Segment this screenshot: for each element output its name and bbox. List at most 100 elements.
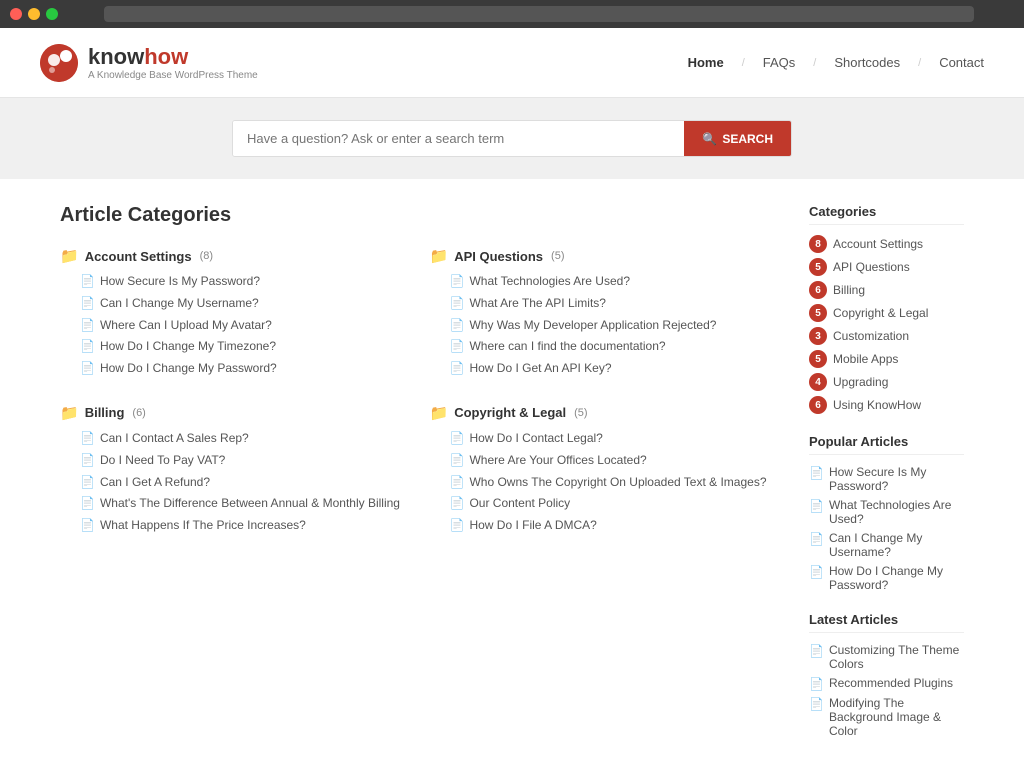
doc-icon: 📄 bbox=[80, 496, 95, 510]
list-item: 📄How Do I Contact Legal? bbox=[430, 430, 780, 447]
article-link[interactable]: How Secure Is My Password? bbox=[100, 273, 260, 290]
list-item: 5 Mobile Apps bbox=[809, 350, 964, 368]
category-header: 📁 Billing (6) bbox=[60, 404, 410, 422]
nav-faqs[interactable]: FAQs bbox=[763, 55, 796, 70]
article-link[interactable]: Where Can I Upload My Avatar? bbox=[100, 317, 272, 334]
popular-article-link[interactable]: Can I Change My Username? bbox=[829, 531, 964, 559]
search-bar: 🔍 SEARCH bbox=[232, 120, 792, 157]
category-copyright-legal: 📁 Copyright & Legal (5) 📄How Do I Contac… bbox=[430, 404, 780, 539]
doc-icon: 📄 bbox=[809, 499, 824, 513]
list-item: 📄 How Do I Change My Password? bbox=[809, 564, 964, 592]
close-dot[interactable] bbox=[10, 8, 22, 20]
article-link[interactable]: Do I Need To Pay VAT? bbox=[100, 452, 225, 469]
doc-icon: 📄 bbox=[450, 339, 465, 353]
list-item: 6 Using KnowHow bbox=[809, 396, 964, 414]
category-badge: 5 bbox=[809, 304, 827, 322]
doc-icon: 📄 bbox=[809, 697, 824, 711]
sidebar-popular: Popular Articles 📄 How Secure Is My Pass… bbox=[809, 434, 964, 592]
article-link[interactable]: How Do I Change My Timezone? bbox=[100, 338, 276, 355]
search-button[interactable]: 🔍 SEARCH bbox=[684, 121, 791, 156]
doc-icon: 📄 bbox=[80, 274, 95, 288]
category-header: 📁 API Questions (5) bbox=[430, 247, 780, 265]
sidebar-latest-title: Latest Articles bbox=[809, 612, 964, 633]
article-link[interactable]: Where can I find the documentation? bbox=[469, 338, 665, 355]
category-badge: 8 bbox=[809, 235, 827, 253]
article-link[interactable]: Who Owns The Copyright On Uploaded Text … bbox=[469, 474, 766, 491]
article-link[interactable]: How Do I Change My Password? bbox=[100, 360, 277, 377]
category-count: (5) bbox=[574, 407, 587, 419]
folder-icon: 📁 bbox=[430, 247, 449, 265]
list-item: 📄 What Are The API Limits? bbox=[430, 295, 780, 312]
sidebar-category-billing[interactable]: Billing bbox=[833, 283, 865, 297]
doc-icon: 📄 bbox=[80, 339, 95, 353]
list-item: 📄What Technologies Are Used? bbox=[430, 273, 780, 290]
article-link[interactable]: Can I Get A Refund? bbox=[100, 474, 210, 491]
main-content: Article Categories 📁 Account Settings (8… bbox=[0, 179, 1024, 783]
category-badge: 5 bbox=[809, 258, 827, 276]
list-item: 📄Can I Change My Username? bbox=[60, 295, 410, 312]
sidebar-category-account-settings[interactable]: Account Settings bbox=[833, 237, 923, 251]
sidebar-category-upgrading[interactable]: Upgrading bbox=[833, 375, 888, 389]
article-link[interactable]: What's The Difference Between Annual & M… bbox=[100, 495, 400, 512]
url-bar[interactable] bbox=[104, 6, 974, 22]
nav-shortcodes[interactable]: Shortcodes bbox=[834, 55, 900, 70]
list-item: 📄Can I Get A Refund? bbox=[60, 474, 410, 491]
article-link[interactable]: Our Content Policy bbox=[469, 495, 570, 512]
doc-icon: 📄 bbox=[809, 644, 824, 658]
popular-article-link[interactable]: How Do I Change My Password? bbox=[829, 564, 964, 592]
folder-icon: 📁 bbox=[60, 247, 79, 265]
nav-home[interactable]: Home bbox=[688, 55, 724, 70]
article-link[interactable]: What Technologies Are Used? bbox=[469, 273, 630, 290]
maximize-dot[interactable] bbox=[46, 8, 58, 20]
sidebar-category-using[interactable]: Using KnowHow bbox=[833, 398, 921, 412]
article-link[interactable]: Why Was My Developer Application Rejecte… bbox=[469, 317, 716, 334]
folder-icon: 📁 bbox=[60, 404, 79, 422]
sidebar-categories-title: Categories bbox=[809, 204, 964, 225]
category-header: 📁 Account Settings (8) bbox=[60, 247, 410, 265]
category-header: 📁 Copyright & Legal (5) bbox=[430, 404, 780, 422]
sidebar-latest: Latest Articles 📄 Customizing The Theme … bbox=[809, 612, 964, 738]
category-badge: 4 bbox=[809, 373, 827, 391]
sidebar-category-copyright[interactable]: Copyright & Legal bbox=[833, 306, 928, 320]
article-link[interactable]: How Do I File A DMCA? bbox=[469, 517, 596, 534]
category-title: API Questions bbox=[454, 249, 543, 264]
popular-article-link[interactable]: How Secure Is My Password? bbox=[829, 465, 964, 493]
window-chrome bbox=[0, 0, 1024, 28]
article-link[interactable]: Can I Change My Username? bbox=[100, 295, 259, 312]
doc-icon: 📄 bbox=[450, 518, 465, 532]
search-input[interactable] bbox=[233, 121, 684, 156]
list-item: 📄 How Do I Change My Timezone? bbox=[60, 338, 410, 355]
article-link[interactable]: What Happens If The Price Increases? bbox=[100, 517, 306, 534]
article-link[interactable]: How Do I Get An API Key? bbox=[469, 360, 611, 377]
article-link[interactable]: What Are The API Limits? bbox=[469, 295, 606, 312]
category-articles: 📄How Secure Is My Password? 📄Can I Chang… bbox=[60, 273, 410, 377]
latest-article-link[interactable]: Customizing The Theme Colors bbox=[829, 643, 964, 671]
doc-icon: 📄 bbox=[80, 318, 95, 332]
nav-contact[interactable]: Contact bbox=[939, 55, 984, 70]
sidebar-popular-list: 📄 How Secure Is My Password? 📄 What Tech… bbox=[809, 465, 964, 592]
category-count: (8) bbox=[200, 250, 213, 262]
list-item: 📄Do I Need To Pay VAT? bbox=[60, 452, 410, 469]
sidebar-category-mobile[interactable]: Mobile Apps bbox=[833, 352, 898, 366]
doc-icon: 📄 bbox=[450, 361, 465, 375]
article-link[interactable]: Can I Contact A Sales Rep? bbox=[100, 430, 249, 447]
latest-article-link[interactable]: Modifying The Background Image & Color bbox=[829, 696, 964, 738]
article-link[interactable]: Where Are Your Offices Located? bbox=[469, 452, 646, 469]
sidebar: Categories 8 Account Settings 5 API Ques… bbox=[809, 204, 964, 758]
doc-icon: 📄 bbox=[809, 466, 824, 480]
list-item: 📄 Customizing The Theme Colors bbox=[809, 643, 964, 671]
list-item: 📄 Can I Change My Username? bbox=[809, 531, 964, 559]
logo-area: knowhow A Knowledge Base WordPress Theme bbox=[40, 44, 258, 82]
latest-article-link[interactable]: Recommended Plugins bbox=[829, 676, 953, 690]
article-link[interactable]: How Do I Contact Legal? bbox=[469, 430, 602, 447]
doc-icon: 📄 bbox=[450, 475, 465, 489]
list-item: 6 Billing bbox=[809, 281, 964, 299]
list-item: 5 API Questions bbox=[809, 258, 964, 276]
doc-icon: 📄 bbox=[450, 296, 465, 310]
minimize-dot[interactable] bbox=[28, 8, 40, 20]
logo-subtitle: A Knowledge Base WordPress Theme bbox=[88, 70, 258, 81]
sidebar-category-customization[interactable]: Customization bbox=[833, 329, 909, 343]
sidebar-category-api[interactable]: API Questions bbox=[833, 260, 910, 274]
category-badge: 3 bbox=[809, 327, 827, 345]
popular-article-link[interactable]: What Technologies Are Used? bbox=[829, 498, 964, 526]
